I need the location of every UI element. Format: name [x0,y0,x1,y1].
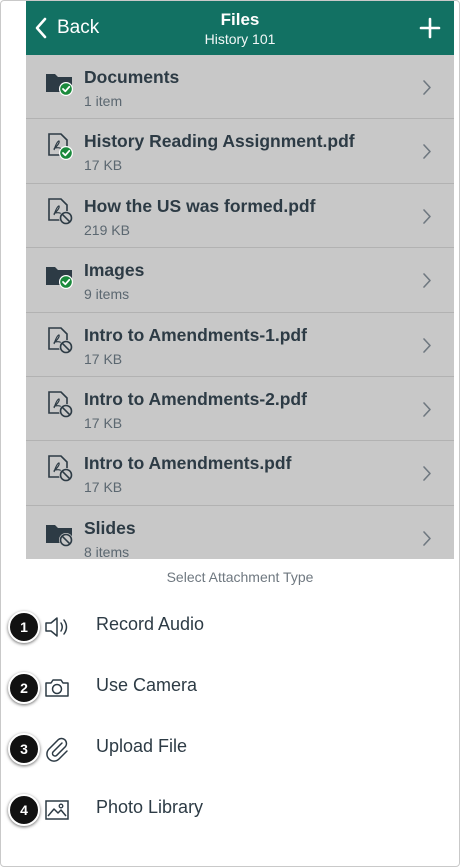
option-label: Photo Library [96,797,204,817]
pdf-unpublished-icon [45,390,75,420]
pdf-unpublished-icon [45,326,75,356]
file-meta: 17 KB [84,157,123,174]
image-icon [43,796,71,824]
camera-icon [43,674,71,702]
speaker-icon [43,613,71,641]
option-label: Record Audio [96,614,205,634]
chevron-right-icon [423,144,431,160]
folder-published-icon [45,261,75,291]
file-meta: 17 KB [84,414,123,431]
attachment-option[interactable]: 1 Record Audio [1,598,459,656]
chevron-right-icon [423,80,431,95]
attachment-option[interactable]: 2 Use Camera [1,659,459,717]
folder-published-icon [45,68,75,98]
folder-unpublished-icon [45,519,75,549]
file-meta: 9 items [84,286,130,303]
file-list: Documents 1 item History Reading Assignmen… [26,55,454,559]
option-label: Use Camera [96,675,198,695]
file-row[interactable]: Intro to Amendments-2.pdf 17 KB [26,377,454,442]
step-badge: 2 [8,672,40,704]
nav-header: Back Files History 101 [26,1,454,55]
step-badge: 1 [8,611,40,643]
file-row[interactable]: How the US was formed.pdf 219 KB [26,184,454,249]
file-name: How the US was formed.pdf [84,195,316,216]
pdf-unpublished-icon [45,197,75,227]
step-badge: 3 [8,733,40,765]
option-label: Upload File [96,736,188,756]
file-row[interactable]: Documents 1 item [26,55,454,120]
step-badge: 4 [8,794,40,826]
file-row[interactable]: History Reading Assignment.pdf 17 KB [26,119,454,184]
chevron-right-icon [423,466,431,482]
attachment-option[interactable]: 4 Photo Library [1,781,459,839]
file-meta: 219 KB [84,221,130,238]
file-name: Intro to Amendments.pdf [84,453,292,474]
chevron-left-icon [35,17,47,39]
back-label: Back [57,17,100,38]
file-meta: 8 items [84,543,130,559]
file-name: Intro to Amendments-1.pdf [84,324,307,345]
paperclip-icon [43,735,71,763]
back-button[interactable]: Back [34,1,99,55]
file-row[interactable]: Intro to Amendments.pdf 17 KB [26,441,454,506]
chevron-right-icon [423,402,431,417]
file-name: Slides [84,517,136,538]
file-name: Images [84,260,145,281]
file-name: History Reading Assignment.pdf [84,131,355,152]
file-row[interactable]: Slides 8 items [26,506,454,559]
file-meta: 17 KB [84,350,123,367]
attachment-option[interactable]: 3 Upload File [1,720,459,778]
chevron-right-icon [423,273,431,288]
attachment-sheet-title: Select Attachment Type [166,569,314,585]
pdf-unpublished-icon [45,454,75,484]
chevron-right-icon [423,530,431,546]
file-row[interactable]: Images 9 items [26,248,454,313]
pdf-published-icon [45,132,75,162]
file-meta: 1 item [84,93,123,109]
file-name: Documents [84,67,180,87]
file-row[interactable]: Intro to Amendments-1.pdf 17 KB [26,313,454,377]
file-name: Intro to Amendments-2.pdf [84,388,307,409]
file-meta: 17 KB [84,479,123,496]
add-icon[interactable] [416,14,444,42]
app-frame: Back Files History 101 Documents 1 item Hi… [0,0,460,867]
chevron-right-icon [423,337,431,353]
chevron-right-icon [423,208,431,224]
